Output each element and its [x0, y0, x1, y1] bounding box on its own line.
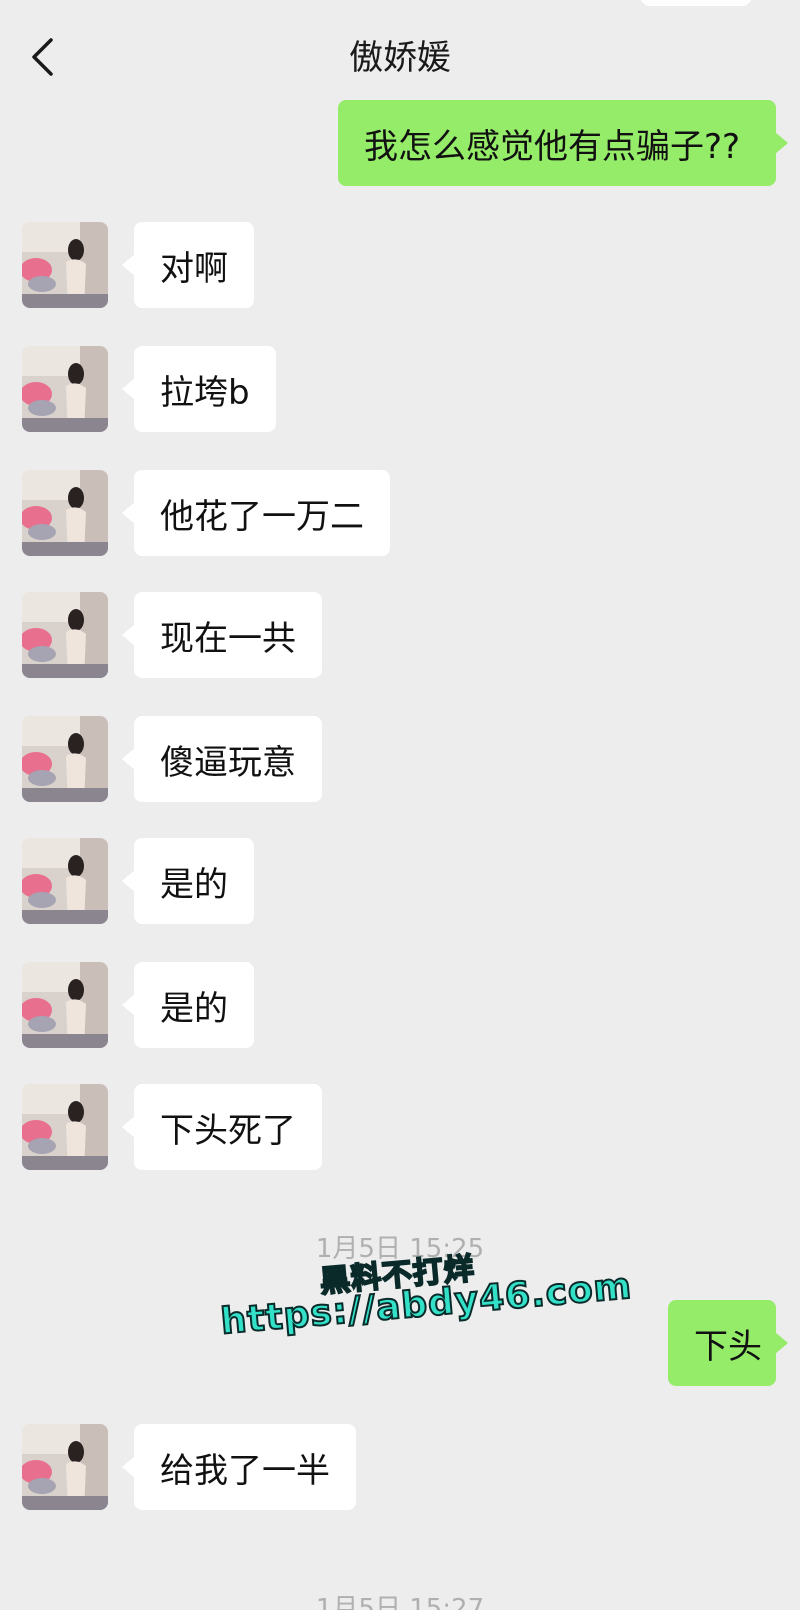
- incoming-message-bubble[interactable]: 他花了一万二: [122, 470, 390, 556]
- contact-avatar[interactable]: [22, 222, 108, 308]
- message-timestamp: 1月5日 15:27: [315, 1594, 485, 1610]
- status-pill: [640, 0, 752, 6]
- contact-avatar[interactable]: [22, 470, 108, 556]
- message-row: 给我了一半: [0, 1424, 800, 1510]
- message-row: 是的: [0, 838, 800, 924]
- chat-screen: 傲娇媛 我怎么感觉他有点骗子?? 对啊 拉垮b 他花了一万二 现在一共 傻逼玩意…: [0, 0, 800, 1610]
- contact-avatar[interactable]: [22, 592, 108, 678]
- incoming-message-bubble[interactable]: 对啊: [122, 222, 254, 308]
- incoming-message-bubble[interactable]: 是的: [122, 838, 254, 924]
- incoming-message-bubble[interactable]: 给我了一半: [122, 1424, 356, 1510]
- contact-avatar[interactable]: [22, 1084, 108, 1170]
- contact-avatar[interactable]: [22, 346, 108, 432]
- message-row: 对啊: [0, 222, 800, 308]
- message-row: 下头: [0, 1300, 800, 1386]
- outgoing-message-bubble[interactable]: 我怎么感觉他有点骗子??: [338, 100, 788, 186]
- incoming-message-bubble[interactable]: 现在一共: [122, 592, 322, 678]
- contact-avatar[interactable]: [22, 962, 108, 1048]
- incoming-message-bubble[interactable]: 拉垮b: [122, 346, 276, 432]
- incoming-message-bubble[interactable]: 傻逼玩意: [122, 716, 322, 802]
- message-row: 我怎么感觉他有点骗子??: [0, 100, 800, 186]
- message-row: 他花了一万二: [0, 470, 800, 556]
- message-row: 现在一共: [0, 592, 800, 678]
- message-row: 傻逼玩意: [0, 716, 800, 802]
- message-timestamp: 1月5日 15:25: [315, 1234, 485, 1264]
- chat-header: 傲娇媛: [0, 0, 800, 105]
- contact-avatar[interactable]: [22, 716, 108, 802]
- message-row: 下头死了: [0, 1084, 800, 1170]
- contact-avatar[interactable]: [22, 838, 108, 924]
- incoming-message-bubble[interactable]: 下头死了: [122, 1084, 322, 1170]
- chat-title: 傲娇媛: [349, 38, 451, 78]
- outgoing-message-bubble[interactable]: 下头: [668, 1300, 788, 1386]
- message-row: 是的: [0, 962, 800, 1048]
- incoming-message-bubble[interactable]: 是的: [122, 962, 254, 1048]
- message-row: 拉垮b: [0, 346, 800, 432]
- contact-avatar[interactable]: [22, 1424, 108, 1510]
